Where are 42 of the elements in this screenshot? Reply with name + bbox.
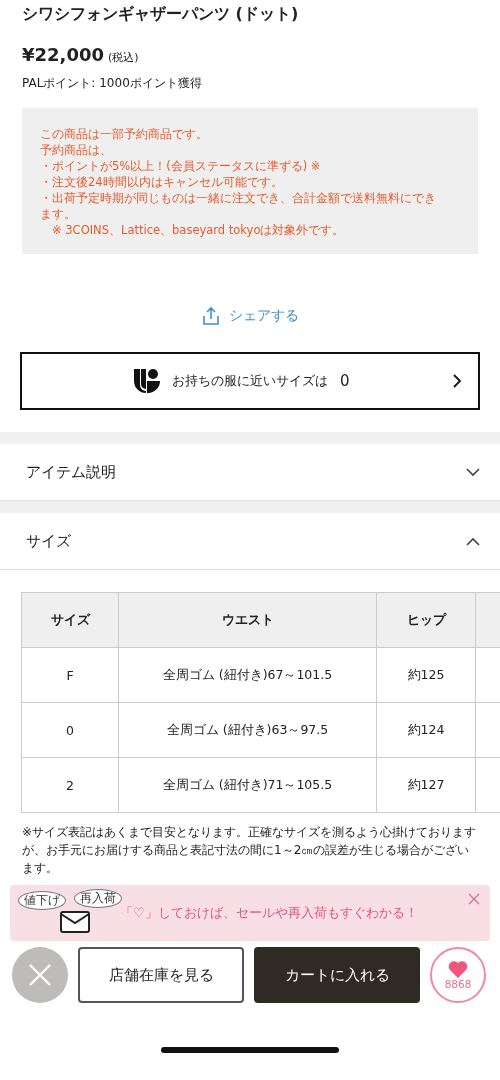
table-cell: 約125 [376,647,476,703]
banner-message: 「♡」しておけば、セールや再入荷もすぐわかる！ [120,904,418,922]
store-stock-button[interactable]: 店舗在庫を見る [78,947,244,1003]
chevron-up-icon [466,536,480,546]
table-header-cell: ヒップ [376,592,476,648]
table-cell: 2 [21,757,119,813]
share-link[interactable]: シェアする [201,306,299,326]
table-cell: 全周ゴム (紐付き)63～97.5 [118,702,377,758]
add-to-cart-button[interactable]: カートに入れる [254,947,420,1003]
table-cell: 約124 [376,702,476,758]
close-icon[interactable] [468,893,480,905]
notice-line: ・出荷予定時期が同じものは一緒に注文でき、合計金額で送料無料にできます。 [40,190,437,222]
notice-line: ・注文後24時間以内はキャンセル可能です。 [40,174,284,190]
notice-line: この商品は一部予約商品です。 [40,126,209,142]
table-header-cell: サイズ [21,592,119,648]
size-finder-button[interactable]: お持ちの服に近いサイズは 0 [20,352,480,410]
notice-line: 予約商品は、 [40,142,113,158]
share-icon [201,306,221,326]
table-cell: 全周ゴム (紐付き)67～101.5 [118,647,377,703]
notice-line: ・ポイントが5%以上！(会員ステータスに準ずる) ※ [40,158,322,174]
logo-icon [134,369,160,393]
close-button[interactable] [12,947,68,1003]
points-text: PALポイント: 1000ポイント獲得 [22,75,203,92]
accordion-header[interactable]: サイズ [0,513,500,570]
size-note: ※サイズ表記はあくまで目安となります。正確なサイズを測るよう心掛けておりますが、お手元にお届けする商品と表記寸法の間に1～2㎝の誤差が生じる場合がございます。 [21,824,478,877]
chevron-right-icon [452,374,462,388]
size-count: 0 [340,372,350,390]
table-cell: 全周ゴム (紐付き)71～105.5 [118,757,377,813]
table-cell: 0 [21,702,119,758]
tax-note: (税込) [108,50,139,65]
envelope-icon [60,911,90,933]
product-title: シワシフォンギャザーパンツ (ドット) [22,4,300,25]
price: ¥22,000 [22,44,104,65]
speech-bubble: 再入荷 [74,889,122,908]
table-cell: 約127 [376,757,476,813]
table-cell: F [21,647,119,703]
speech-bubble: 値下げ [18,891,66,910]
close-icon [28,963,52,987]
heart-icon [448,960,468,978]
chevron-down-icon [466,467,480,477]
table-header-cell: ウエスト [118,592,377,648]
notice-line: ※ 3COINS、Lattice、baseyard tokyoは対象外です。 [51,222,346,238]
